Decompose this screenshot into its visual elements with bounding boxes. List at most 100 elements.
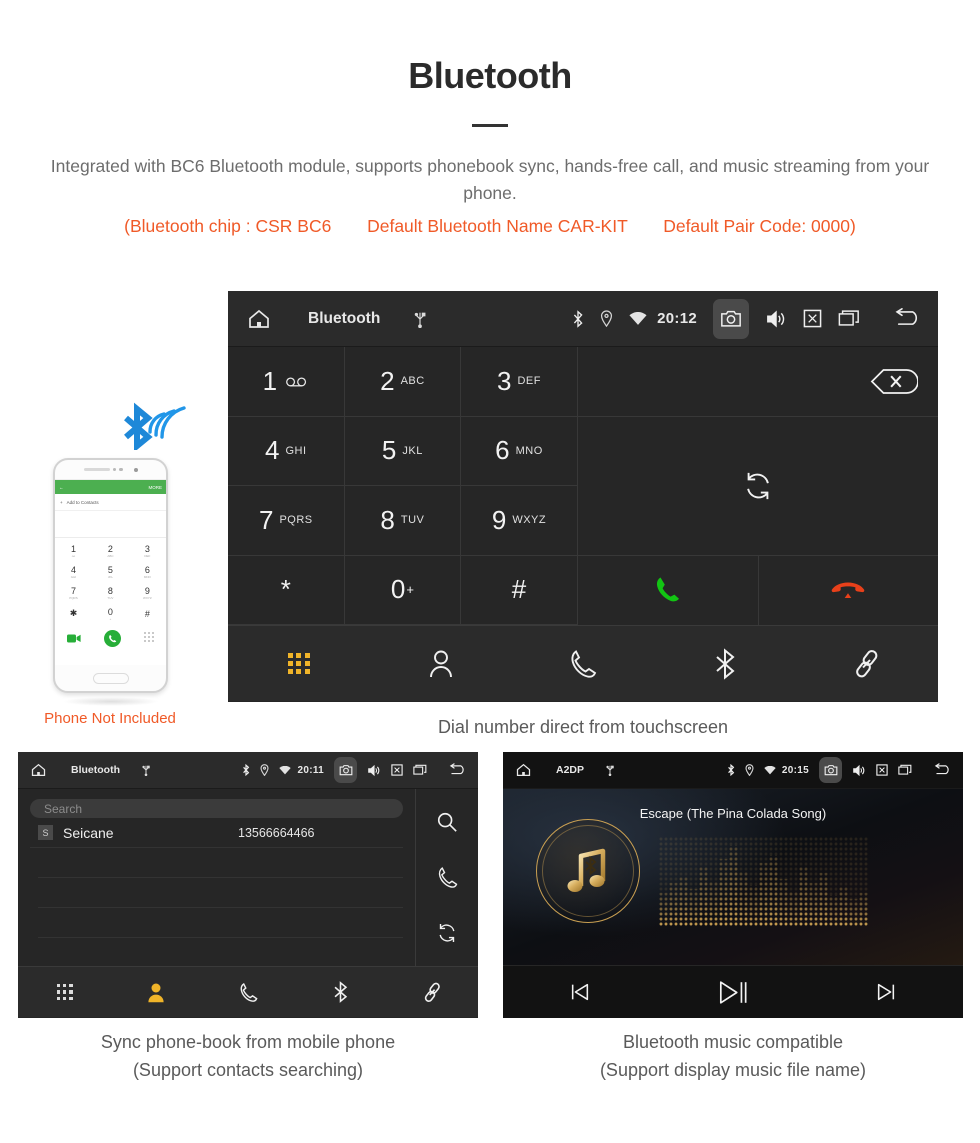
key-3[interactable]: 3 DEF: [461, 347, 578, 417]
phone-key-star[interactable]: ✱: [55, 603, 92, 624]
phone-shadow: [62, 697, 159, 706]
next-track-button[interactable]: [810, 981, 963, 1003]
key-5[interactable]: 5 JKL: [344, 416, 462, 486]
back-icon[interactable]: [934, 763, 953, 777]
wifi-icon: [279, 765, 292, 775]
bluetooth-icon: [333, 981, 348, 1003]
home-icon[interactable]: [246, 307, 272, 331]
sync-icon[interactable]: [436, 922, 458, 944]
hangup-button[interactable]: [759, 556, 939, 626]
phone-key-3-sub: DEF: [144, 553, 151, 558]
phone-more-label[interactable]: MORE: [149, 485, 163, 490]
close-box-icon[interactable]: [391, 764, 403, 776]
key-7-letters: PQRS: [279, 514, 313, 527]
key-8-letters: TUV: [400, 514, 425, 527]
back-icon[interactable]: [449, 763, 468, 777]
key-hash[interactable]: #: [461, 555, 578, 625]
camera-icon[interactable]: [819, 757, 842, 783]
camera-icon[interactable]: [334, 757, 357, 783]
music-caption-line2: (Support display music file name): [599, 1060, 867, 1080]
phonebook-clock: 20:11: [297, 764, 324, 776]
backspace-icon: [870, 368, 918, 395]
nav-bluetooth-tab[interactable]: [294, 981, 386, 1003]
plus-icon: +: [60, 499, 63, 505]
music-caption-line1: Bluetooth music compatible: [622, 1032, 844, 1052]
key-4[interactable]: 4 GHI: [228, 416, 345, 486]
key-0[interactable]: 0 +: [344, 555, 462, 625]
contacts-icon: [428, 649, 454, 679]
nav-call-log-tab[interactable]: [202, 982, 294, 1003]
volume-icon[interactable]: [765, 309, 787, 329]
nav-link-tab[interactable]: [386, 982, 478, 1003]
back-icon[interactable]: [894, 308, 924, 329]
previous-track-button[interactable]: [503, 981, 656, 1003]
nav-contacts-tab[interactable]: [370, 649, 512, 679]
video-call-icon[interactable]: [66, 634, 81, 643]
phone-key-2[interactable]: 2 ABC: [92, 540, 129, 561]
camera-icon[interactable]: [713, 298, 749, 339]
phone-key-1[interactable]: 1 oo: [55, 540, 92, 561]
nav-link-tab[interactable]: [796, 649, 938, 679]
usb-icon: [606, 764, 614, 776]
key-star[interactable]: *: [228, 555, 345, 625]
table-row[interactable]: S Seicane 13566664466: [30, 818, 403, 848]
call-transfer-button[interactable]: [578, 417, 938, 556]
key-6[interactable]: 6 MNO: [461, 416, 578, 486]
phone-key-8[interactable]: 8 TUV: [92, 582, 129, 603]
recents-icon[interactable]: [838, 309, 860, 328]
play-pause-button[interactable]: [656, 979, 809, 1006]
nav-call-log-tab[interactable]: [512, 649, 654, 679]
search-input[interactable]: Search: [30, 799, 403, 818]
home-icon[interactable]: [515, 762, 532, 778]
key-6-number: 6: [495, 435, 510, 466]
music-statusbar: A2DP 20:15: [503, 752, 963, 789]
key-1[interactable]: 1: [228, 347, 345, 417]
phone-key-7[interactable]: 7 PQRS: [55, 582, 92, 603]
keypad-icon: [288, 653, 310, 674]
phone-key-4[interactable]: 4 GHI: [55, 561, 92, 582]
phone-key-5[interactable]: 5 JKL: [92, 561, 129, 582]
close-box-icon[interactable]: [803, 309, 822, 328]
phone-action-row: [55, 624, 166, 652]
back-arrow-icon[interactable]: ←: [59, 485, 64, 490]
recents-icon[interactable]: [898, 764, 912, 776]
close-box-icon[interactable]: [876, 764, 888, 776]
spec-pair-code: Default Pair Code: 0000): [663, 216, 856, 236]
wifi-icon: [764, 765, 776, 775]
phone-key-3[interactable]: 3 DEF: [129, 540, 166, 561]
key-0-plus: +: [406, 582, 414, 598]
usb-icon: [142, 764, 150, 776]
phone-screen: ← MORE + Add to Contacts 1 oo 2 ABC 3 DEF 4…: [55, 479, 166, 665]
home-icon[interactable]: [30, 762, 47, 778]
phone-key-star-num: ✱: [69, 608, 78, 618]
phone-key-6[interactable]: 6 MNO: [129, 561, 166, 582]
call-log-icon: [239, 982, 258, 1003]
key-8[interactable]: 8 TUV: [344, 486, 462, 556]
key-9-number: 9: [491, 504, 507, 535]
key-9[interactable]: 9 WXYZ: [461, 486, 578, 556]
play-pause-icon: [718, 979, 748, 1006]
nav-bluetooth-tab[interactable]: [654, 647, 796, 680]
phone-add-to-contacts-row[interactable]: + Add to Contacts: [55, 494, 166, 511]
keyboard-icon[interactable]: [144, 632, 155, 644]
key-7[interactable]: 7 PQRS: [228, 486, 345, 556]
key-2[interactable]: 2 ABC: [344, 347, 462, 417]
phone-home-button[interactable]: [55, 665, 166, 691]
contacts-list: Search S Seicane 13566664466: [18, 789, 416, 966]
call-button[interactable]: [578, 555, 759, 625]
call-icon[interactable]: [437, 866, 458, 889]
phone-call-button[interactable]: [103, 629, 121, 647]
volume-icon[interactable]: [367, 764, 381, 777]
phone-key-hash[interactable]: #: [129, 603, 166, 624]
phone-key-9[interactable]: 9 WXYZ: [129, 582, 166, 603]
location-icon: [745, 764, 754, 776]
phone-key-0[interactable]: 0 +: [92, 603, 129, 624]
search-icon[interactable]: [436, 811, 458, 833]
nav-keypad-tab[interactable]: [18, 983, 110, 1001]
backspace-button[interactable]: [578, 347, 938, 417]
recents-icon[interactable]: [413, 764, 427, 776]
volume-icon[interactable]: [852, 764, 866, 777]
nav-keypad-tab[interactable]: [228, 653, 370, 674]
dialer-statusbar: Bluetooth 20:12: [228, 291, 938, 347]
nav-contacts-tab[interactable]: [110, 982, 202, 1003]
